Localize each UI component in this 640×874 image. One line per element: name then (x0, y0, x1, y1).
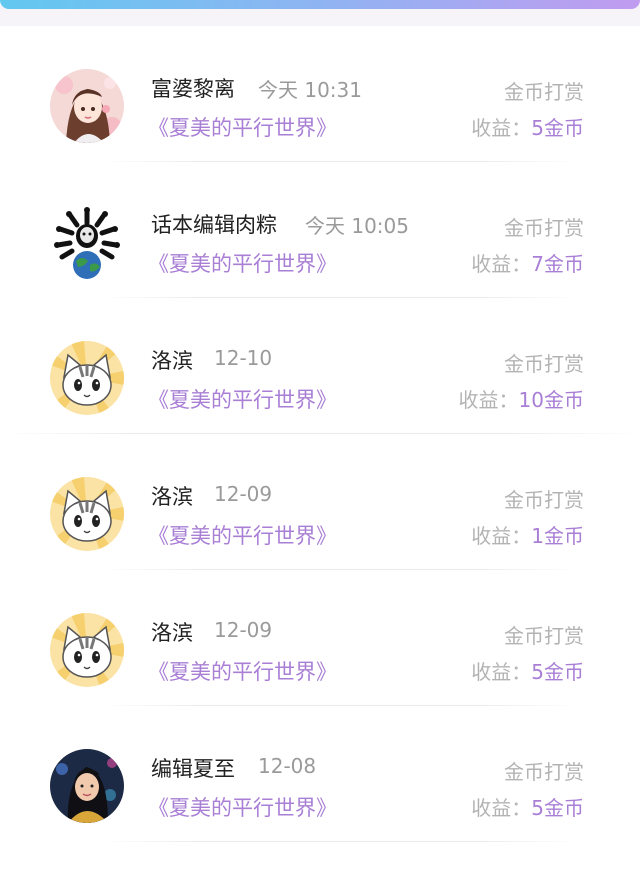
list-item[interactable]: 洛滨 12-09 《夏美的平行世界》 金币打赏 收益：5金币 (0, 570, 640, 706)
reward-type: 金币打赏 (504, 760, 584, 784)
cat-avatar[interactable] (50, 613, 124, 687)
reward-type: 金币打赏 (504, 216, 584, 240)
reward-time: 12-10 (214, 346, 273, 370)
cat-avatar[interactable] (50, 341, 124, 415)
earning-label: 收益： (471, 524, 532, 548)
earning: 收益：7金币 (471, 248, 584, 277)
earning-value: 5金币 (531, 116, 584, 140)
earning-value: 5金币 (531, 796, 584, 820)
reward-time: 今天 10:31 (258, 78, 362, 102)
reward-time: 12-08 (258, 754, 317, 778)
earning: 收益：5金币 (471, 656, 584, 685)
earning-label: 收益： (458, 388, 519, 412)
reward-time: 今天 10:05 (305, 214, 409, 238)
book-title-link[interactable]: 《夏美的平行世界》 (148, 656, 337, 686)
book-title-link[interactable]: 《夏美的平行世界》 (148, 792, 337, 822)
book-title-link[interactable]: 《夏美的平行世界》 (148, 248, 337, 278)
earning: 收益：5金币 (471, 792, 584, 821)
list-item[interactable]: 洛滨 12-09 《夏美的平行世界》 金币打赏 收益：1金币 (0, 434, 640, 570)
earning: 收益：1金币 (471, 520, 584, 549)
woman-photo-avatar[interactable] (50, 749, 124, 823)
earning: 收益：10金币 (459, 384, 584, 413)
skull-crossbones-earth-avatar[interactable] (50, 205, 124, 279)
sender-name: 洛滨 (151, 621, 193, 645)
earning-label: 收益： (471, 252, 532, 276)
earning-value: 1金币 (531, 524, 584, 548)
earning-value: 7金币 (531, 252, 584, 276)
earning-label: 收益： (471, 796, 532, 820)
book-title-link[interactable]: 《夏美的平行世界》 (148, 384, 337, 414)
reward-type: 金币打赏 (504, 488, 584, 512)
reward-type: 金币打赏 (504, 352, 584, 376)
reward-list: 富婆黎离 今天 10:31 《夏美的平行世界》 金币打赏 收益：5金币 话本编辑… (0, 26, 640, 842)
sender-name: 话本编辑肉粽 (151, 213, 277, 237)
book-title-link[interactable]: 《夏美的平行世界》 (148, 520, 337, 550)
header-gradient-bar (0, 0, 640, 26)
anime-girl-avatar[interactable] (50, 69, 124, 143)
reward-type: 金币打赏 (504, 624, 584, 648)
reward-time: 12-09 (214, 482, 273, 506)
sender-name: 洛滨 (151, 485, 193, 509)
earning-label: 收益： (471, 660, 532, 684)
divider (100, 841, 580, 842)
book-title-link[interactable]: 《夏美的平行世界》 (148, 112, 337, 142)
list-item[interactable]: 富婆黎离 今天 10:31 《夏美的平行世界》 金币打赏 收益：5金币 (0, 26, 640, 162)
cat-avatar[interactable] (50, 477, 124, 551)
earning-value: 5金币 (531, 660, 584, 684)
sender-name: 洛滨 (151, 349, 193, 373)
list-item[interactable]: 洛滨 12-10 《夏美的平行世界》 金币打赏 收益：10金币 (0, 298, 640, 434)
sender-name: 编辑夏至 (151, 757, 235, 781)
sender-name: 富婆黎离 (151, 77, 235, 101)
earning: 收益：5金币 (471, 112, 584, 141)
reward-time: 12-09 (214, 618, 273, 642)
earning-label: 收益： (471, 116, 532, 140)
list-item[interactable]: 编辑夏至 12-08 《夏美的平行世界》 金币打赏 收益：5金币 (0, 706, 640, 842)
earning-value: 10金币 (518, 388, 584, 412)
reward-type: 金币打赏 (504, 80, 584, 104)
list-item[interactable]: 话本编辑肉粽 今天 10:05 《夏美的平行世界》 金币打赏 收益：7金币 (0, 162, 640, 298)
